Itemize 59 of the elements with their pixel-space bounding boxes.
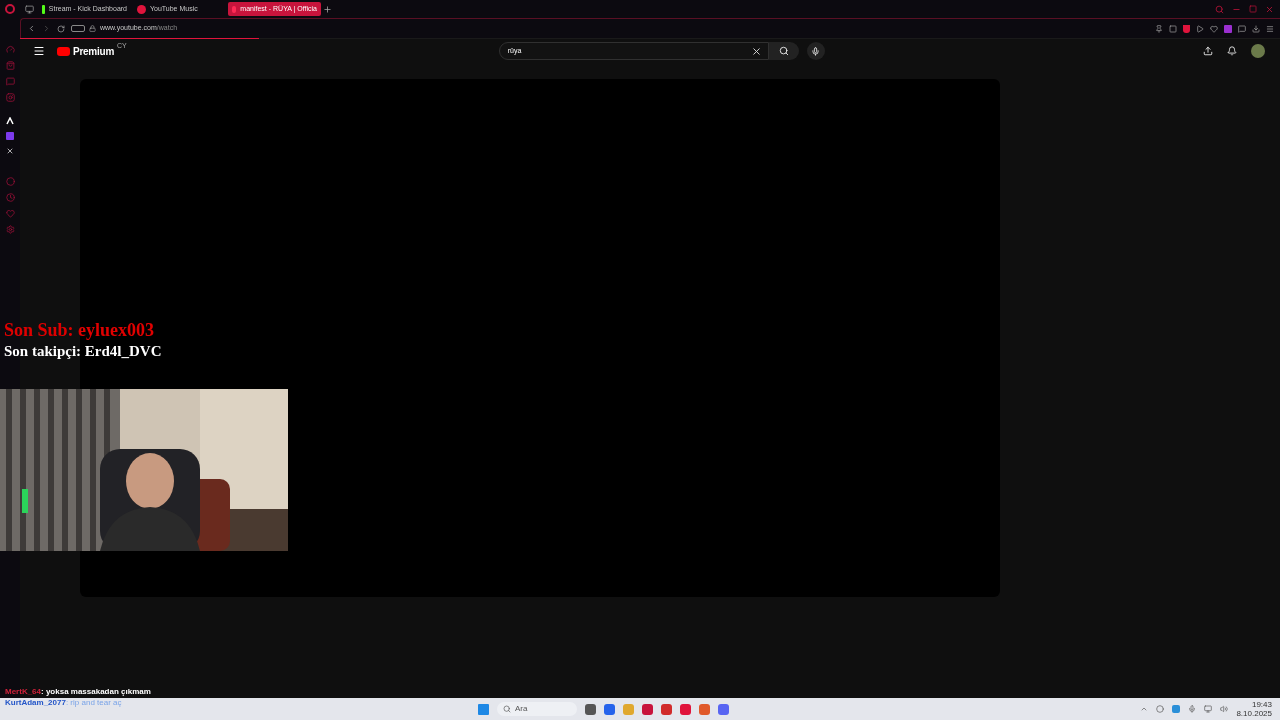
chat-username: KurtAdam_2077 xyxy=(5,697,66,708)
last-subscriber-text: Son Sub: eyluex003 xyxy=(4,320,156,341)
start-icon[interactable] xyxy=(478,703,489,715)
chevron-logo-icon[interactable] xyxy=(6,117,14,125)
network-icon[interactable] xyxy=(1204,705,1213,713)
search-button[interactable] xyxy=(768,42,799,60)
clock-date[interactable]: 8.10.2025 xyxy=(1236,709,1272,718)
play-icon[interactable] xyxy=(1196,24,1204,33)
taskbar-app-icon[interactable] xyxy=(718,703,729,715)
youtube-logo-icon[interactable] xyxy=(57,46,70,56)
kick-logo-icon xyxy=(42,4,45,14)
pin-icon[interactable] xyxy=(1155,24,1163,33)
heart-icon[interactable] xyxy=(1210,24,1218,33)
chat-username: MertK_64 xyxy=(5,686,41,697)
taskbar-app-icon[interactable] xyxy=(680,703,691,715)
reload-icon[interactable] xyxy=(57,24,65,33)
notifications-icon[interactable] xyxy=(1227,46,1237,56)
extension-icon[interactable] xyxy=(1224,24,1232,33)
shield-icon[interactable] xyxy=(1183,24,1190,33)
new-tab-icon[interactable] xyxy=(323,4,332,14)
video-player[interactable] xyxy=(80,79,1000,597)
upload-icon[interactable] xyxy=(1203,46,1213,56)
voice-search-button[interactable] xyxy=(806,42,825,60)
x-logo-icon[interactable] xyxy=(6,147,14,155)
chat-icon[interactable] xyxy=(1238,24,1246,33)
premium-logo[interactable]: Premium xyxy=(73,43,115,59)
taskbar-search-field[interactable]: Ara xyxy=(497,702,577,716)
chat-message: : rip and tear aç xyxy=(65,697,122,708)
taskbar-app-icon[interactable] xyxy=(699,703,710,715)
microphone-icon xyxy=(811,46,821,56)
clock-time[interactable]: 19:43 xyxy=(1251,700,1272,709)
search-icon xyxy=(503,705,511,713)
sidebar-tool-icon[interactable] xyxy=(5,177,15,186)
forward-icon[interactable] xyxy=(42,24,51,33)
taskbar-app-icon[interactable] xyxy=(642,703,653,715)
last-follower-text: Son takipçi: Erd4l_DVC xyxy=(4,342,162,361)
microphone-icon[interactable] xyxy=(1188,705,1197,713)
avatar-icon[interactable] xyxy=(1251,44,1265,58)
search-icon xyxy=(778,46,789,56)
snapshot-icon[interactable] xyxy=(1169,24,1177,33)
menu-icon[interactable] xyxy=(33,45,45,57)
opera-logo-icon[interactable] xyxy=(5,4,15,14)
taskbar-app-icon[interactable] xyxy=(585,703,596,715)
chat-message: : yoksa massakadan çıkmam xyxy=(41,686,151,697)
taskbar-app-icon[interactable] xyxy=(661,703,672,715)
workspace-icon[interactable] xyxy=(25,4,34,14)
clear-icon[interactable] xyxy=(750,45,762,57)
volume-icon[interactable] xyxy=(1220,705,1229,713)
taskbar-app-icon[interactable] xyxy=(604,703,615,715)
chevron-up-icon[interactable] xyxy=(1140,705,1149,713)
back-icon[interactable] xyxy=(27,24,36,33)
youtube-logo-icon xyxy=(232,5,237,13)
music-logo-icon xyxy=(137,4,146,14)
sidebar-tool-icon[interactable] xyxy=(5,193,15,202)
vpn-icon[interactable] xyxy=(71,25,85,32)
search-icon[interactable] xyxy=(1215,4,1224,14)
download-icon[interactable] xyxy=(1252,24,1260,33)
lock-icon xyxy=(89,25,96,32)
close-icon[interactable] xyxy=(1265,4,1274,14)
